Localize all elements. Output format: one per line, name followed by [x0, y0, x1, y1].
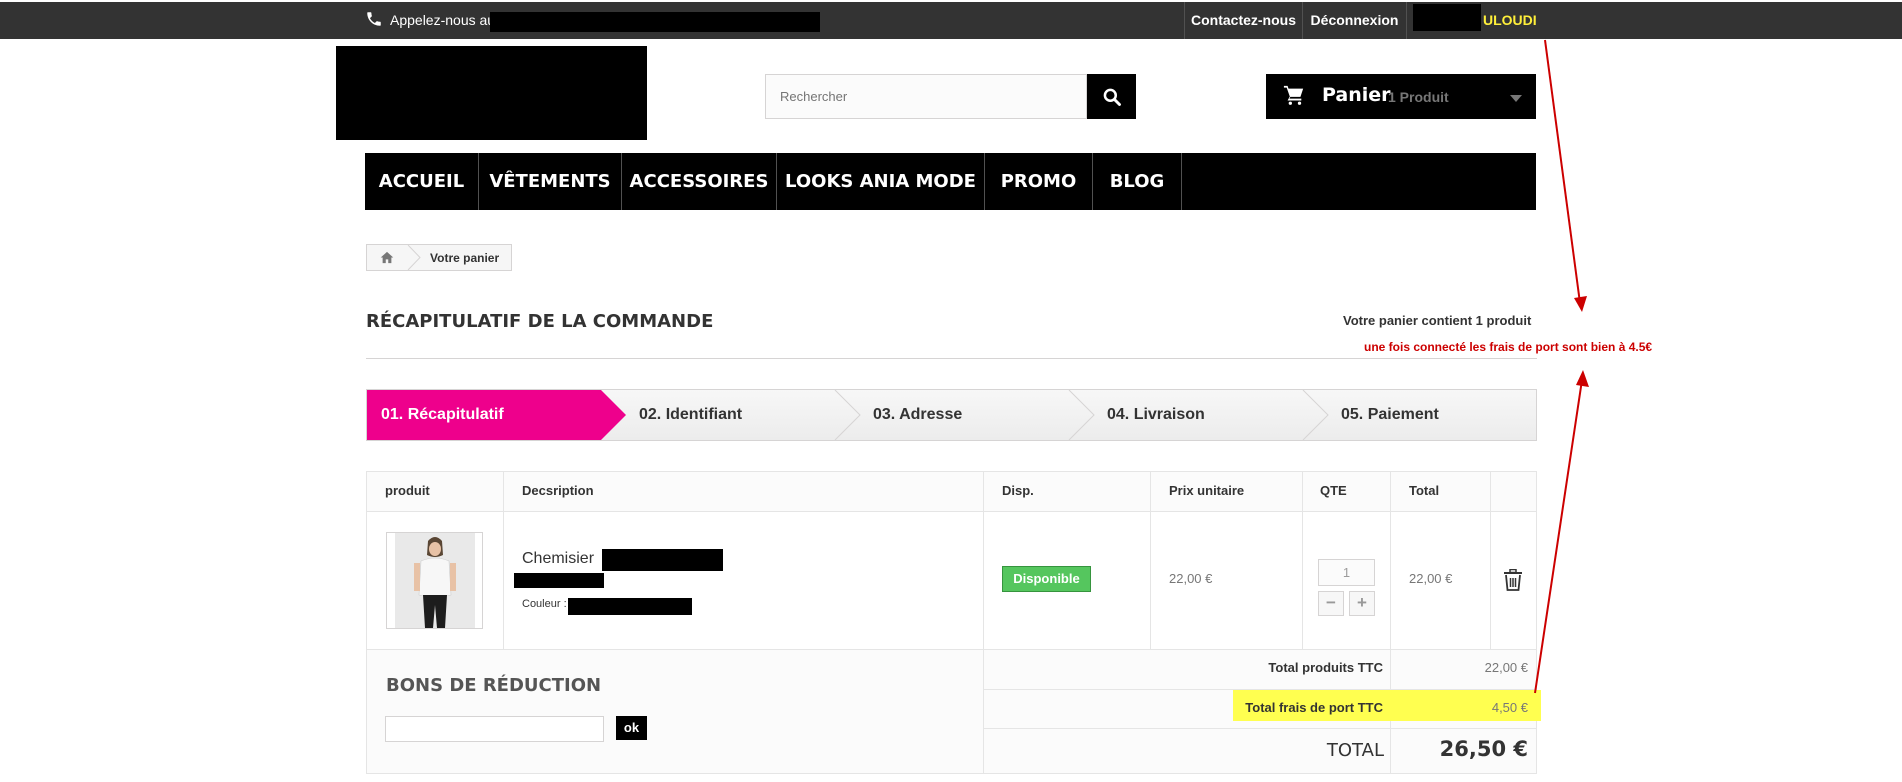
col-header-quantity: QTE	[1320, 483, 1347, 498]
search-button[interactable]	[1087, 74, 1136, 119]
product-name-redacted	[602, 549, 723, 571]
annotation-arrow-bottom	[1534, 379, 1583, 694]
shipping-total-value: 4,50 €	[1491, 700, 1528, 715]
cart-product-count: 1 Produit	[1388, 89, 1449, 105]
voucher-ok-button[interactable]: ok	[616, 716, 647, 740]
table-divider	[367, 511, 1536, 512]
grand-total-label: TOTAL	[1326, 740, 1384, 761]
contact-link[interactable]: Contactez-nous	[1184, 2, 1302, 39]
search-icon	[1103, 88, 1121, 106]
top-bar	[0, 2, 1902, 39]
arrow-head-icon	[1576, 370, 1589, 387]
col-header-unit-price: Prix unitaire	[1169, 483, 1245, 498]
checkout-steps: 01. Récapitulatif 02. Identifiant 03. Ad…	[366, 389, 1537, 441]
call-us-label: Appelez-nous au:	[390, 12, 499, 28]
voucher-code-input[interactable]	[385, 716, 604, 742]
product-image	[395, 533, 475, 628]
step-livraison[interactable]: 04. Livraison	[1107, 390, 1205, 440]
step-separator	[1302, 390, 1329, 440]
phone-number-redacted	[490, 12, 820, 32]
product-reference-redacted	[514, 573, 604, 588]
nav-item-blog[interactable]: BLOG	[1093, 153, 1182, 210]
logout-link[interactable]: Déconnexion	[1302, 2, 1406, 39]
products-total-value: 22,00 €	[1484, 660, 1528, 675]
nav-item-accessoires[interactable]: ACCESSOIRES	[622, 153, 777, 210]
product-color-redacted	[568, 598, 692, 615]
annotation-arrow-top	[1544, 39, 1581, 304]
home-icon	[380, 251, 394, 264]
cart-product-count-text: Votre panier contient 1 produit	[1343, 313, 1532, 328]
quantity-input[interactable]: 1	[1318, 559, 1375, 586]
breadcrumb-separator	[407, 245, 421, 270]
voucher-title: BONS DE RÉDUCTION	[386, 675, 602, 696]
table-divider	[984, 728, 1536, 729]
availability-badge: Disponible	[1002, 566, 1091, 592]
nav-item-accueil[interactable]: ACCUEIL	[365, 153, 479, 210]
user-account-link[interactable]: ULOUDI	[1406, 2, 1550, 39]
shopping-cart-icon	[1283, 85, 1304, 105]
col-header-total: Total	[1409, 483, 1440, 498]
cart-label: Panier	[1322, 84, 1391, 106]
nav-item-looks-ania-mode[interactable]: LOOKS ANIA MODE	[777, 153, 985, 210]
phone-icon	[367, 12, 381, 26]
page-title: RÉCAPITULATIF DE LA COMMANDE	[366, 311, 714, 332]
table-divider	[503, 472, 504, 649]
products-total-label: Total produits TTC	[1268, 660, 1383, 675]
breadcrumb-home-link[interactable]	[367, 245, 409, 270]
product-color-label: Couleur :	[522, 598, 567, 610]
search-input[interactable]	[765, 74, 1087, 119]
step-paiement[interactable]: 05. Paiement	[1341, 390, 1439, 440]
quantity-decrease-button[interactable]: −	[1318, 591, 1344, 616]
user-name-redacted	[1413, 4, 1481, 31]
row-total: 22,00 €	[1409, 571, 1453, 586]
annotation-note: une fois connecté les frais de port sont…	[1364, 340, 1653, 354]
step-identifiant[interactable]: 02. Identifiant	[639, 390, 742, 440]
col-header-description: Decsription	[522, 483, 594, 498]
step-separator	[1068, 390, 1095, 440]
unit-price: 22,00 €	[1169, 571, 1213, 586]
grand-total-value: 26,50 €	[1439, 737, 1528, 761]
step-separator	[834, 390, 861, 440]
table-divider	[367, 649, 1536, 650]
quantity-increase-button[interactable]: +	[1349, 591, 1375, 616]
user-name: ULOUDI	[1483, 12, 1537, 28]
main-menu: ACCUEIL VÊTEMENTS ACCESSOIRES LOOKS ANIA…	[365, 153, 1536, 210]
table-divider	[1150, 472, 1151, 649]
cart-dropdown-button[interactable]: Panier 1 Produit	[1266, 74, 1536, 119]
step-adresse[interactable]: 03. Adresse	[873, 390, 962, 440]
nav-item-vetements[interactable]: VÊTEMENTS	[479, 153, 622, 210]
breadcrumb-current: Votre panier	[430, 251, 500, 265]
arrow-head-icon	[1574, 296, 1587, 312]
table-divider	[1302, 472, 1303, 649]
table-divider	[1390, 472, 1391, 773]
step-recapitulatif[interactable]: 01. Récapitulatif	[381, 390, 504, 440]
heading-divider	[366, 358, 1537, 359]
nav-item-promo[interactable]: PROMO	[985, 153, 1093, 210]
shop-logo[interactable]	[336, 46, 647, 140]
trash-icon[interactable]	[1503, 569, 1523, 591]
product-name[interactable]: Chemisier	[522, 550, 594, 568]
breadcrumb: Votre panier	[366, 244, 512, 271]
col-header-product: produit	[385, 483, 430, 498]
table-divider	[1490, 472, 1491, 649]
col-header-availability: Disp.	[1002, 483, 1034, 498]
table-divider	[983, 472, 984, 773]
shipping-total-label: Total frais de port TTC	[1245, 700, 1383, 715]
product-thumbnail[interactable]	[386, 532, 483, 629]
voucher-area	[367, 650, 983, 773]
chevron-down-icon	[1510, 95, 1522, 102]
